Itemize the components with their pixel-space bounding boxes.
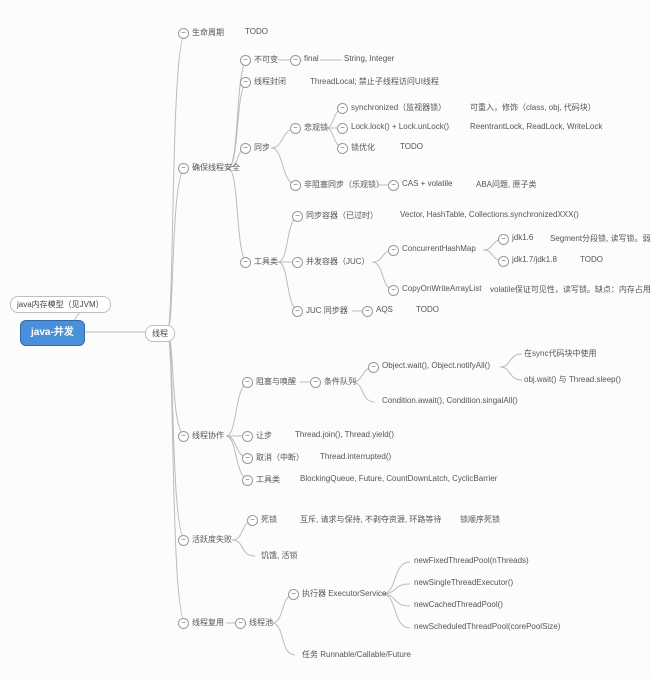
immutable-label: 不可变 — [254, 54, 278, 65]
toggle-icon[interactable] — [240, 143, 251, 154]
dead-label: 死锁 — [261, 514, 277, 525]
cancel-note: Thread.interrupted() — [320, 452, 391, 461]
toggle-icon[interactable] — [337, 103, 348, 114]
chm-v2-note: TODO — [580, 255, 603, 264]
toggle-icon[interactable] — [242, 431, 253, 442]
pess-label: 悲观锁 — [304, 122, 328, 133]
toggle-icon[interactable] — [310, 377, 321, 388]
c4-label: 活跃度失败 — [192, 534, 232, 545]
tools-t1-note: Vector, HashTable, Collections.synchroni… — [400, 210, 579, 219]
sync-label: 同步 — [254, 142, 270, 153]
toggle-icon[interactable] — [292, 211, 303, 222]
pess-s2: Lock.lock() + Lock.unLock() — [351, 122, 449, 131]
cond-o2: Condition.await(), Condition.singalAll() — [382, 396, 518, 405]
toggle-icon[interactable] — [178, 163, 189, 174]
toggle-icon[interactable] — [388, 285, 399, 296]
exec-e2: newSingleThreadExecutor() — [414, 578, 513, 587]
toggle-icon[interactable] — [362, 306, 373, 317]
cond-label: 条件队列 — [324, 376, 356, 387]
toggle-icon[interactable] — [242, 377, 253, 388]
util-label: 工具类 — [256, 474, 280, 485]
exec-e1: newFixedThreadPool(nThreads) — [414, 556, 529, 565]
toggle-icon[interactable] — [292, 306, 303, 317]
opt-note: ABA问题, 原子类 — [476, 179, 536, 190]
pess-s3-note: TODO — [400, 142, 423, 151]
pess-s2-note: ReentrantLock, ReadLock, WriteLock — [470, 122, 602, 131]
exec-label: 执行器 ExecutorService — [302, 588, 386, 599]
task-label: 任务 Runnable/Callable/Future — [302, 649, 411, 660]
closure-label: 线程封闭 — [254, 76, 286, 87]
aux-node[interactable]: java内存模型（见JVM） — [10, 296, 111, 313]
c5-label: 线程复用 — [192, 617, 224, 628]
chm-v1: jdk1.6 — [512, 233, 533, 242]
dead-extra: 锁顺序死锁 — [460, 514, 500, 525]
opt-sub: CAS + volatile — [402, 179, 452, 188]
cow-note: volatile保证可见性，读写锁。缺点：内存占用，弱一致性。 — [490, 284, 650, 295]
closure-note: ThreadLocal; 禁止子线程访问UI线程 — [310, 76, 439, 87]
starve-label: 饥饿, 活锁 — [261, 550, 297, 561]
cond-o1: Object.wait(), Object.notifyAll() — [382, 361, 490, 370]
toggle-icon[interactable] — [178, 431, 189, 442]
c1-note: TODO — [245, 27, 268, 36]
dead-note: 互斥, 请求与保持, 不剥夺资源, 环路等待 — [300, 514, 441, 525]
toggle-icon[interactable] — [178, 535, 189, 546]
syncer-note: TODO — [416, 305, 439, 314]
util-note: BlockingQueue, Future, CountDownLatch, C… — [300, 474, 497, 483]
toggle-icon[interactable] — [235, 618, 246, 629]
toggle-icon[interactable] — [337, 123, 348, 134]
tools-label: 工具类 — [254, 256, 278, 267]
c3-label: 线程协作 — [192, 430, 224, 441]
toggle-icon[interactable] — [388, 180, 399, 191]
toggle-icon[interactable] — [288, 589, 299, 600]
toggle-icon[interactable] — [498, 234, 509, 245]
exec-e3: newCachedThreadPool() — [414, 600, 503, 609]
toggle-icon[interactable] — [292, 257, 303, 268]
toggle-icon[interactable] — [240, 257, 251, 268]
root-node[interactable]: java-并发 — [20, 320, 85, 346]
block-label: 阻塞与唤醒 — [256, 376, 296, 387]
toggle-icon[interactable] — [242, 453, 253, 464]
chm-label: ConcurrentHashMap — [402, 244, 476, 253]
pess-s1-note: 可重入，修饰（class, obj, 代码块） — [470, 102, 596, 113]
cancel-label: 取消（中断） — [256, 452, 304, 463]
toggle-icon[interactable] — [242, 475, 253, 486]
c1-label: 生命周期 — [192, 27, 224, 38]
toggle-icon[interactable] — [240, 55, 251, 66]
cow-label: CopyOnWriteArrayList — [402, 284, 481, 293]
thread-node[interactable]: 线程 — [145, 325, 175, 342]
yield-label: 让步 — [256, 430, 272, 441]
yield-note: Thread.join(), Thread.yield() — [295, 430, 394, 439]
cond-o1-n1: 在sync代码块中使用 — [524, 348, 596, 359]
chm-v1-note: Segment分段锁, 读写锁。弱一致性 — [550, 233, 650, 244]
syncer-sub: AQS — [376, 305, 393, 314]
syncer-label: JUC 同步器 — [306, 305, 348, 316]
cond-o1-n2: obj.wait() 与 Thread.sleep() — [524, 374, 621, 385]
toggle-icon[interactable] — [290, 180, 301, 191]
opt-label: 非阻塞同步（乐观锁） — [304, 179, 384, 190]
pool-label: 线程池 — [249, 617, 273, 628]
toggle-icon[interactable] — [247, 515, 258, 526]
chm-v2: jdk1.7/jdk1.8 — [512, 255, 557, 264]
pess-s1: synchronized（监视器锁） — [351, 102, 446, 113]
exec-e4: newScheduledThreadPool(corePoolSize) — [414, 622, 560, 631]
juc-label: 并发容器（JUC） — [306, 256, 370, 267]
toggle-icon[interactable] — [388, 245, 399, 256]
toggle-icon[interactable] — [290, 123, 301, 134]
toggle-icon[interactable] — [498, 256, 509, 267]
immutable-sub: final — [304, 54, 319, 63]
toggle-icon[interactable] — [178, 618, 189, 629]
tools-t1: 同步容器（已过时） — [306, 210, 378, 221]
toggle-icon[interactable] — [368, 362, 379, 373]
pess-s3: 锁优化 — [351, 142, 375, 153]
toggle-icon[interactable] — [337, 143, 348, 154]
c2-label: 确保线程安全 — [192, 162, 240, 173]
immutable-note: String, Integer — [344, 54, 394, 63]
toggle-icon[interactable] — [290, 55, 301, 66]
toggle-icon[interactable] — [178, 28, 189, 39]
toggle-icon[interactable] — [240, 77, 251, 88]
